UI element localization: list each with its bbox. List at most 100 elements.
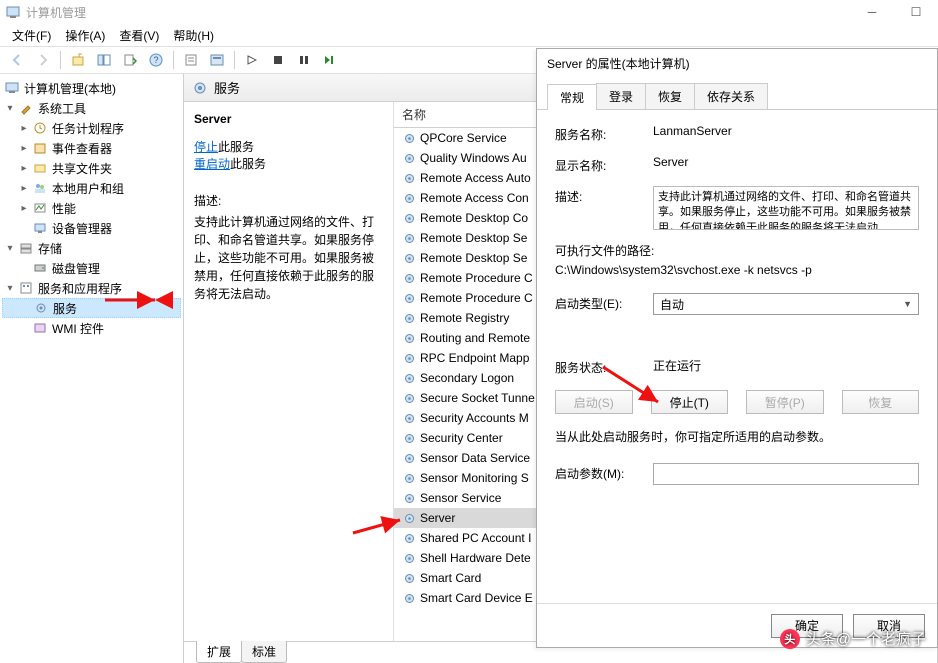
gear-icon <box>402 431 416 445</box>
chevron-down-icon[interactable]: ▾ <box>4 243 16 254</box>
startup-type-select[interactable]: 自动▼ <box>653 293 919 315</box>
apps-icon <box>18 280 34 296</box>
chevron-down-icon: ▼ <box>903 299 912 309</box>
gear-icon <box>402 531 416 545</box>
tree-shared-folders[interactable]: ▸共享文件夹 <box>2 158 181 178</box>
startup-hint: 当从此处启动服务时，你可指定所适用的启动参数。 <box>555 428 919 445</box>
watermark: 头 头条@一个老疯子 <box>780 628 926 649</box>
menu-file[interactable]: 文件(F) <box>6 25 57 46</box>
properties-dialog: Server 的属性(本地计算机) 常规 登录 恢复 依存关系 服务名称:Lan… <box>536 48 938 648</box>
chevron-down-icon[interactable]: ▾ <box>4 283 16 294</box>
pause-button[interactable]: 暂停(P) <box>746 390 824 414</box>
tab-extended[interactable]: 扩展 <box>196 641 242 663</box>
start-button[interactable]: 启动(S) <box>555 390 633 414</box>
gear-icon <box>402 271 416 285</box>
dialog-tabs: 常规 登录 恢复 依存关系 <box>537 77 937 110</box>
gear-icon <box>402 331 416 345</box>
titlebar: 计算机管理 ─ ☐ <box>0 0 938 24</box>
service-detail-panel: Server 停止此服务 重启动此服务 描述: 支持此计算机通过网络的文件、打印… <box>184 102 394 641</box>
restart-icon[interactable] <box>319 49 341 71</box>
play-icon[interactable] <box>241 49 263 71</box>
tree-local-users[interactable]: ▸本地用户和组 <box>2 178 181 198</box>
gear-icon <box>402 131 416 145</box>
tab-general[interactable]: 常规 <box>547 84 597 110</box>
service-control-buttons: 启动(S) 停止(T) 暂停(P) 恢复 <box>555 390 919 414</box>
gear-icon <box>402 311 416 325</box>
chevron-right-icon[interactable]: ▸ <box>18 203 30 214</box>
gear-icon <box>402 471 416 485</box>
resume-button[interactable]: 恢复 <box>842 390 920 414</box>
clock-icon <box>32 120 48 136</box>
users-icon <box>32 180 48 196</box>
service-description: 支持此计算机通过网络的文件、打印、和命名管道共享。如果服务停止，这些功能不可用。… <box>194 213 383 303</box>
gear-icon <box>402 571 416 585</box>
tree-group-system-tools[interactable]: ▾ 系统工具 <box>2 98 181 118</box>
tree-group-storage[interactable]: ▾存储 <box>2 238 181 258</box>
menu-view[interactable]: 查看(V) <box>113 25 165 46</box>
stop-icon[interactable] <box>267 49 289 71</box>
tree-device-manager[interactable]: ▸设备管理器 <box>2 218 181 238</box>
perf-icon <box>32 200 48 216</box>
nav-tree[interactable]: 计算机管理(本地) ▾ 系统工具 ▸任务计划程序 ▸事件查看器 ▸共享文件夹 ▸… <box>0 74 184 663</box>
window-buttons: ─ ☐ <box>850 0 938 24</box>
tree-group-services-apps[interactable]: ▾服务和应用程序 <box>2 278 181 298</box>
restart-service-link[interactable]: 重启动 <box>194 157 230 171</box>
dialog-title: Server 的属性(本地计算机) <box>537 49 937 77</box>
dialog-body: 服务名称:LanmanServer 显示名称:Server 描述:支持此计算机通… <box>537 110 937 603</box>
gear-icon <box>402 151 416 165</box>
window-title: 计算机管理 <box>26 4 86 21</box>
gear-icon <box>402 551 416 565</box>
start-params-input[interactable] <box>653 463 919 485</box>
gear-icon <box>402 591 416 605</box>
tab-dependencies[interactable]: 依存关系 <box>694 83 768 109</box>
tree-disk-mgmt[interactable]: ▸磁盘管理 <box>2 258 181 278</box>
stop-button[interactable]: 停止(T) <box>651 390 729 414</box>
properties-icon[interactable] <box>180 49 202 71</box>
service-name-value[interactable]: LanmanServer <box>653 124 732 138</box>
device-icon <box>32 220 48 236</box>
menubar: 文件(F) 操作(A) 查看(V) 帮助(H) <box>0 24 938 46</box>
tree-event-viewer[interactable]: ▸事件查看器 <box>2 138 181 158</box>
chevron-right-icon[interactable]: ▸ <box>18 163 30 174</box>
computer-icon <box>4 80 20 96</box>
gear-icon <box>402 451 416 465</box>
tab-logon[interactable]: 登录 <box>596 83 646 109</box>
pause-icon[interactable] <box>293 49 315 71</box>
service-status-value: 正在运行 <box>653 357 919 374</box>
tree-performance[interactable]: ▸性能 <box>2 198 181 218</box>
tab-recovery[interactable]: 恢复 <box>645 83 695 109</box>
tools-icon <box>18 100 34 116</box>
watermark-logo-icon: 头 <box>780 629 800 649</box>
tree-root[interactable]: 计算机管理(本地) <box>2 78 181 98</box>
tree-services[interactable]: 服务 <box>2 298 181 318</box>
wmi-icon <box>32 320 48 336</box>
up-icon[interactable] <box>67 49 89 71</box>
gear-icon <box>402 231 416 245</box>
tree-wmi[interactable]: WMI 控件 <box>2 318 181 338</box>
help-icon[interactable]: ? <box>145 49 167 71</box>
gear-icon <box>402 171 416 185</box>
chevron-right-icon[interactable]: ▸ <box>18 183 30 194</box>
gear-icon <box>402 371 416 385</box>
display-name-value: Server <box>653 155 919 169</box>
back-icon[interactable] <box>6 49 28 71</box>
chevron-down-icon[interactable]: ▾ <box>4 103 16 114</box>
description-box[interactable]: 支持此计算机通过网络的文件、打印、和命名管道共享。如果服务停止，这些功能不可用。… <box>653 186 919 230</box>
show-hide-icon[interactable] <box>93 49 115 71</box>
forward-icon[interactable] <box>32 49 54 71</box>
tab-standard[interactable]: 标准 <box>241 641 287 663</box>
refresh-icon[interactable] <box>206 49 228 71</box>
minimize-button[interactable]: ─ <box>850 0 894 24</box>
gear-icon <box>402 191 416 205</box>
stop-service-link[interactable]: 停止 <box>194 140 218 154</box>
chevron-right-icon[interactable]: ▸ <box>18 143 30 154</box>
event-icon <box>32 140 48 156</box>
chevron-right-icon[interactable]: ▸ <box>18 123 30 134</box>
gear-icon <box>402 391 416 405</box>
maximize-button[interactable]: ☐ <box>894 0 938 24</box>
tree-task-scheduler[interactable]: ▸任务计划程序 <box>2 118 181 138</box>
export-icon[interactable] <box>119 49 141 71</box>
menu-action[interactable]: 操作(A) <box>59 25 111 46</box>
menu-help[interactable]: 帮助(H) <box>167 25 220 46</box>
gear-icon <box>402 291 416 305</box>
